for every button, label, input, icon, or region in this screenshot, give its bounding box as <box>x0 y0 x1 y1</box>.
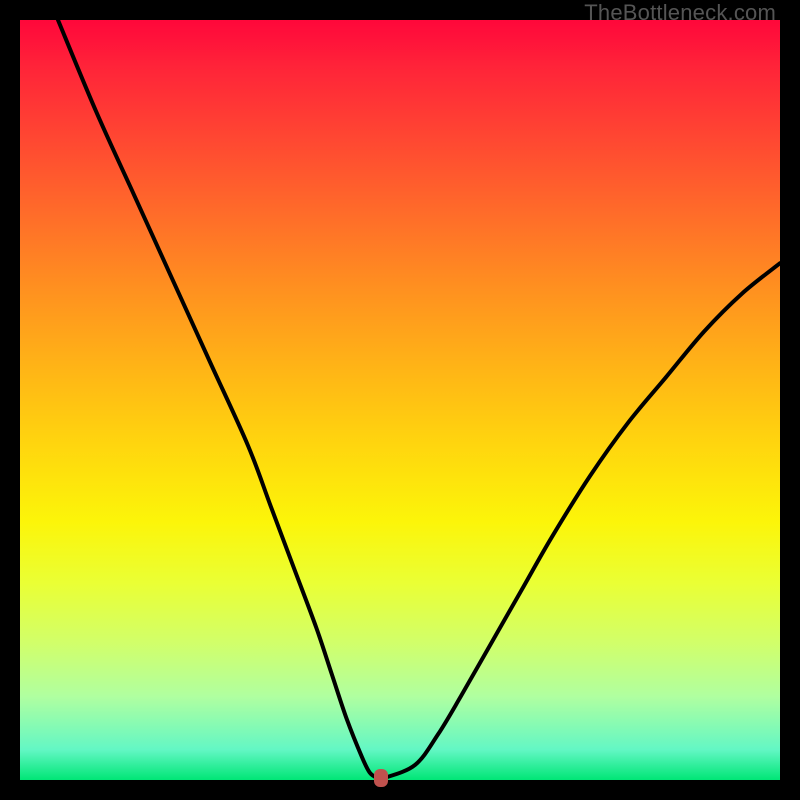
chart-frame: TheBottleneck.com <box>0 0 800 800</box>
minimum-marker <box>374 769 388 787</box>
plot-area <box>20 20 780 780</box>
bottleneck-curve <box>20 20 780 780</box>
watermark-label: TheBottleneck.com <box>584 0 776 26</box>
